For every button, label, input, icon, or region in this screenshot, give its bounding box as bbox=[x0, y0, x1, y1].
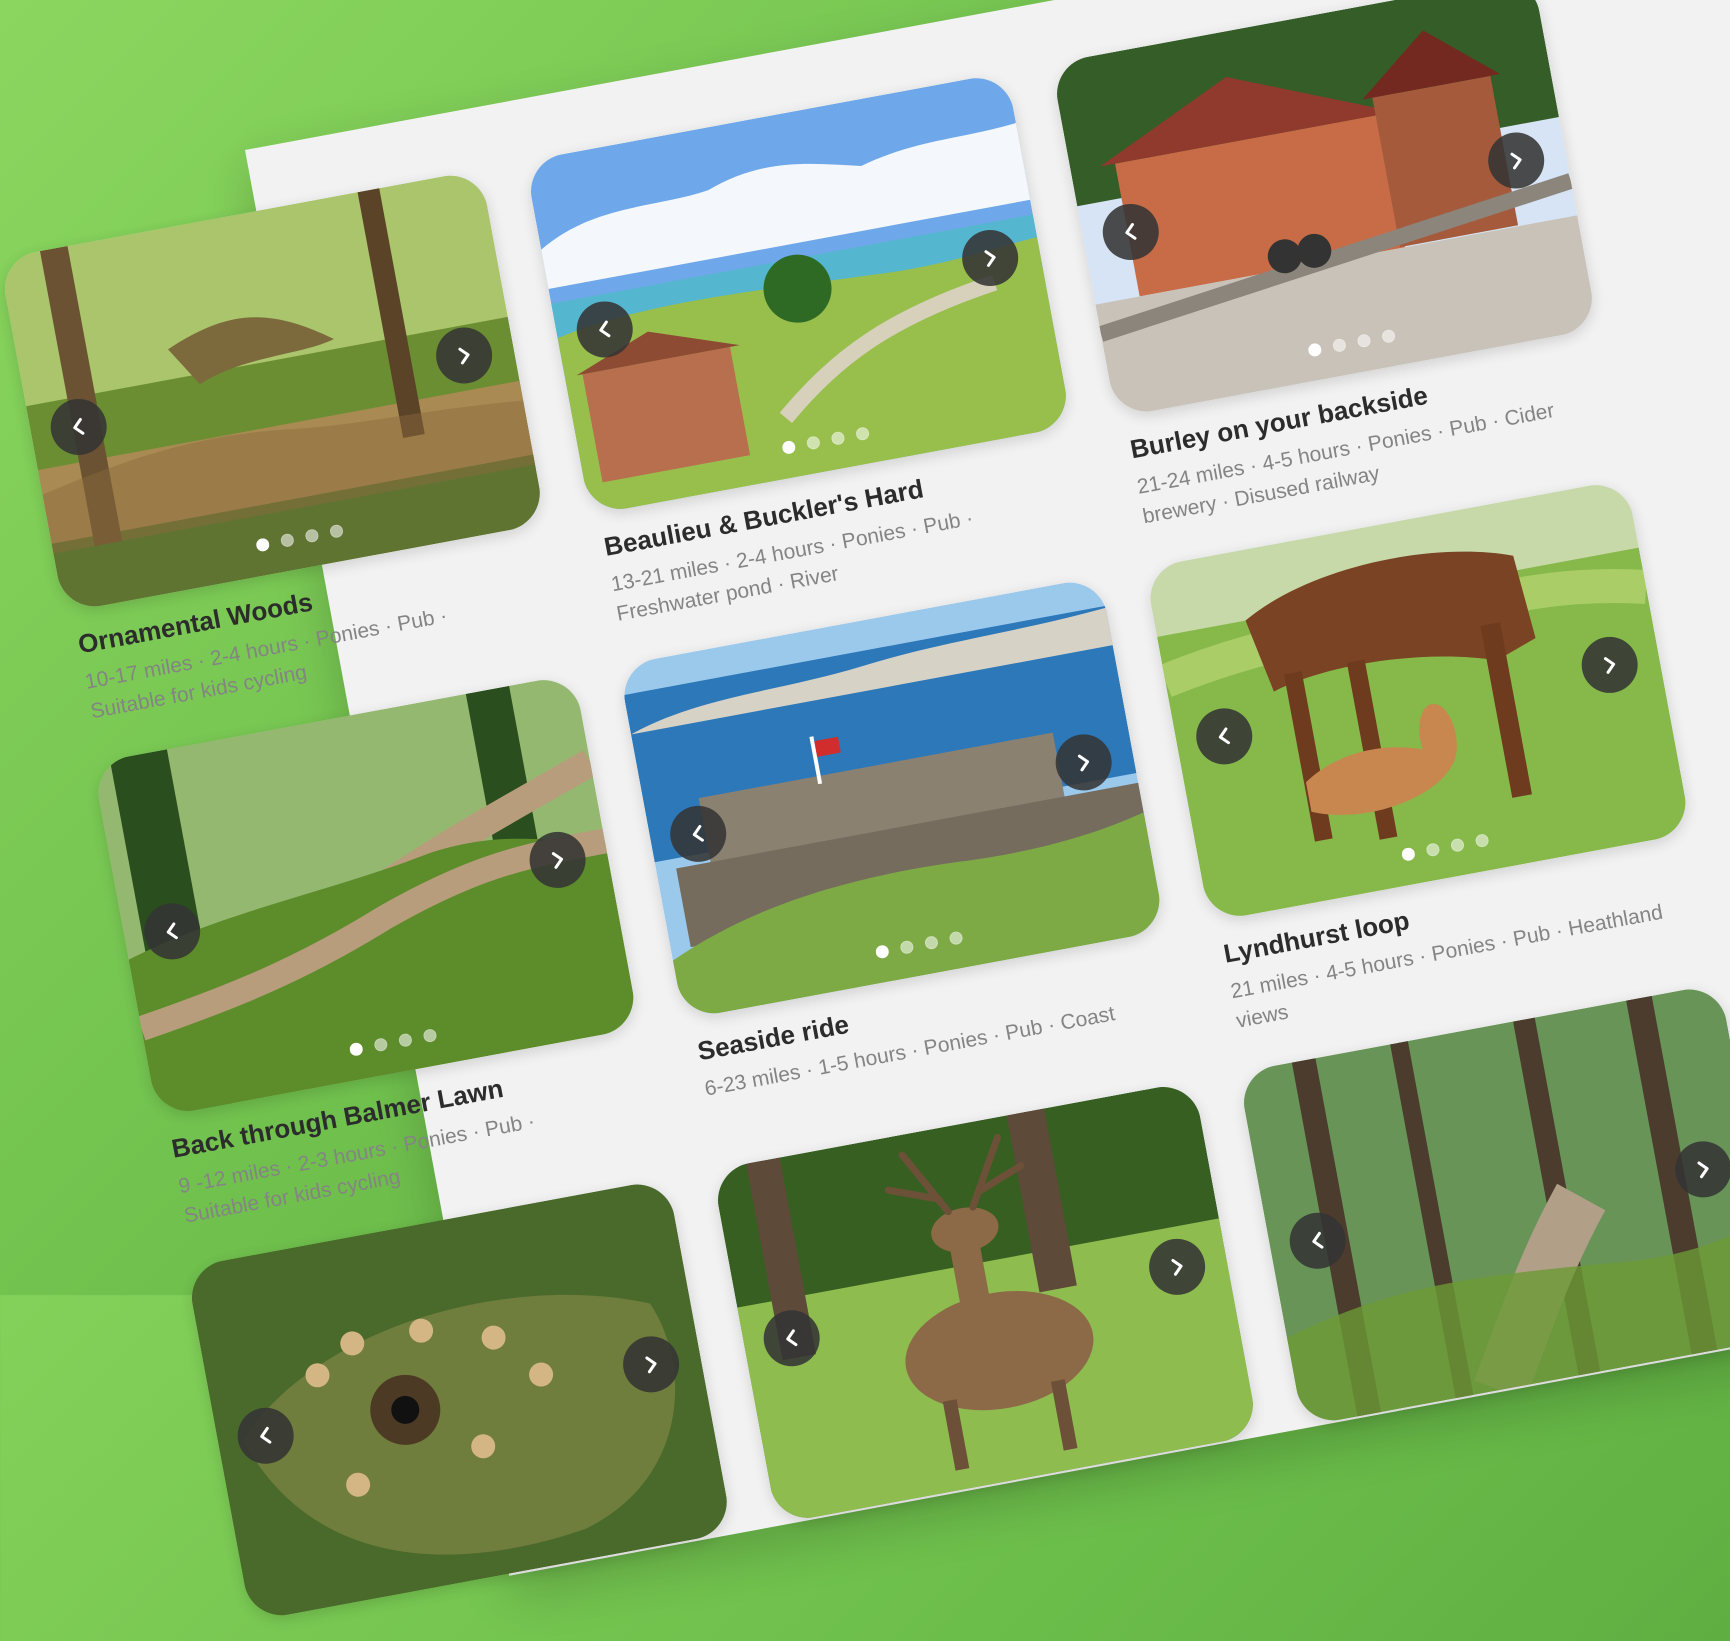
feature-text: Ponies bbox=[1430, 928, 1516, 966]
distance-text: 21 miles bbox=[1229, 963, 1328, 1003]
carousel-dot-active[interactable] bbox=[874, 943, 890, 960]
feature-text: Ponies bbox=[840, 516, 926, 554]
chevron-left-icon bbox=[166, 922, 178, 939]
carousel-dot[interactable] bbox=[1356, 333, 1372, 349]
carousel-dot[interactable] bbox=[397, 1032, 413, 1048]
card-image-carousel[interactable] bbox=[711, 1080, 1260, 1524]
feature-text: Pub bbox=[921, 507, 975, 539]
route-card-burley[interactable]: Burley on your backside 21-24 miles 4-5 … bbox=[1050, 0, 1620, 534]
feature-text: Pub bbox=[1003, 1012, 1062, 1045]
chevron-right-icon bbox=[645, 1356, 657, 1373]
carousel-dot[interactable] bbox=[1381, 328, 1397, 344]
route-grid: Ornamental Woods 10-17 miles 2-4 hours P… bbox=[0, 0, 1730, 1641]
route-card-lizard[interactable] bbox=[185, 1177, 737, 1641]
feature-text: Ponies bbox=[922, 1022, 1008, 1060]
route-card-beaulieu[interactable]: Beaulieu & Buckler's Hard 13-21 miles 2-… bbox=[524, 71, 1094, 632]
chevron-left-icon bbox=[786, 1328, 798, 1346]
carousel-dot[interactable] bbox=[1331, 337, 1347, 353]
feature-text: Pub bbox=[1511, 918, 1570, 951]
duration-text: 4-5 hours bbox=[1324, 943, 1434, 985]
carousel-dot[interactable] bbox=[304, 528, 320, 544]
carousel-dot[interactable] bbox=[899, 939, 915, 955]
carousel-dot-active[interactable] bbox=[348, 1041, 364, 1057]
feature-text: Pub bbox=[483, 1109, 537, 1141]
carousel-dot-active[interactable] bbox=[1307, 342, 1323, 358]
route-card-panel: Ornamental Woods 10-17 miles 2-4 hours P… bbox=[0, 0, 1730, 1622]
chevron-right-icon bbox=[1510, 152, 1522, 170]
card-photo-forest-track bbox=[1237, 982, 1730, 1427]
duration-text: 1-5 hours bbox=[816, 1037, 926, 1079]
carousel-dot[interactable] bbox=[422, 1027, 438, 1043]
card-image-carousel[interactable] bbox=[1237, 982, 1730, 1427]
route-card-lyndhurst-loop[interactable]: Lyndhurst loop 21 miles 4-5 hours Ponies… bbox=[1144, 478, 1713, 1039]
carousel-dot[interactable] bbox=[948, 930, 964, 946]
feature-text: Ponies bbox=[314, 613, 400, 651]
route-card-deer[interactable] bbox=[711, 1080, 1263, 1543]
chevron-right-icon bbox=[1697, 1161, 1709, 1178]
carousel-dot[interactable] bbox=[830, 430, 846, 446]
chevron-left-icon bbox=[692, 824, 704, 842]
chevron-left-icon bbox=[1218, 727, 1230, 744]
carousel-dot-active[interactable] bbox=[255, 537, 271, 553]
chevron-right-icon bbox=[1077, 754, 1090, 772]
feature-text: Coast bbox=[1058, 1001, 1117, 1035]
feature-text: Pub bbox=[395, 604, 449, 636]
route-card-balmer-lawn[interactable]: Back through Balmer Lawn 9 -12 miles 2-3… bbox=[92, 673, 661, 1234]
carousel-dot[interactable] bbox=[279, 532, 295, 548]
carousel-dot[interactable] bbox=[1449, 837, 1466, 853]
card-image-carousel[interactable] bbox=[618, 576, 1166, 1020]
route-card-ornamental-woods[interactable]: Ornamental Woods 10-17 miles 2-4 hours P… bbox=[0, 169, 568, 729]
card-photo-deer bbox=[711, 1080, 1260, 1524]
card-image-carousel[interactable] bbox=[524, 71, 1073, 516]
feature-text: Ponies bbox=[1366, 418, 1452, 456]
card-image-carousel[interactable] bbox=[1144, 478, 1692, 922]
card-photo-lizard bbox=[185, 1177, 733, 1622]
feature-text: River bbox=[788, 562, 841, 595]
chevron-left-icon bbox=[1125, 223, 1137, 240]
chevron-left-icon bbox=[599, 320, 611, 338]
feature-text: Pub bbox=[1448, 408, 1507, 441]
chevron-left-icon bbox=[73, 418, 85, 435]
chevron-right-icon bbox=[1171, 1258, 1183, 1276]
carousel-dot[interactable] bbox=[923, 934, 939, 951]
carousel-dot-active[interactable] bbox=[781, 439, 797, 455]
card-image-carousel[interactable] bbox=[185, 1177, 733, 1622]
chevron-left-icon bbox=[1312, 1231, 1324, 1249]
chevron-right-icon bbox=[458, 347, 470, 365]
card-image-carousel[interactable] bbox=[92, 673, 640, 1117]
carousel-dot[interactable] bbox=[1474, 832, 1490, 848]
chevron-left-icon bbox=[260, 1426, 272, 1444]
carousel-dot[interactable] bbox=[1425, 841, 1441, 858]
feature-text: Ponies bbox=[402, 1118, 488, 1156]
carousel-dot[interactable] bbox=[328, 523, 345, 539]
carousel-dot[interactable] bbox=[854, 426, 871, 442]
carousel-dot-active[interactable] bbox=[1400, 846, 1416, 862]
chevron-right-icon bbox=[984, 250, 996, 267]
chevron-right-icon bbox=[1603, 656, 1616, 674]
card-image-carousel[interactable] bbox=[1050, 0, 1599, 418]
chevron-right-icon bbox=[551, 851, 563, 869]
carousel-dot[interactable] bbox=[805, 435, 821, 451]
route-card-forest-track[interactable] bbox=[1237, 982, 1730, 1446]
carousel-dot[interactable] bbox=[373, 1036, 389, 1053]
route-card-seaside-ride[interactable]: Seaside ride 6-23 miles 1-5 hours Ponies… bbox=[618, 576, 1187, 1136]
